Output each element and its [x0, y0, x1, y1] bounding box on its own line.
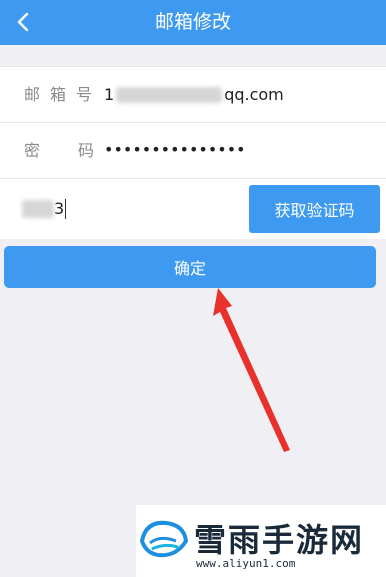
watermark: 雪雨手游网 www.aliyun1.com	[136, 505, 386, 577]
watermark-url: www.aliyun1.com	[196, 557, 296, 570]
red-arrow-annotation	[213, 288, 290, 452]
fish-logo-icon	[139, 520, 189, 558]
watermark-text: 雪雨手游网	[194, 521, 365, 559]
